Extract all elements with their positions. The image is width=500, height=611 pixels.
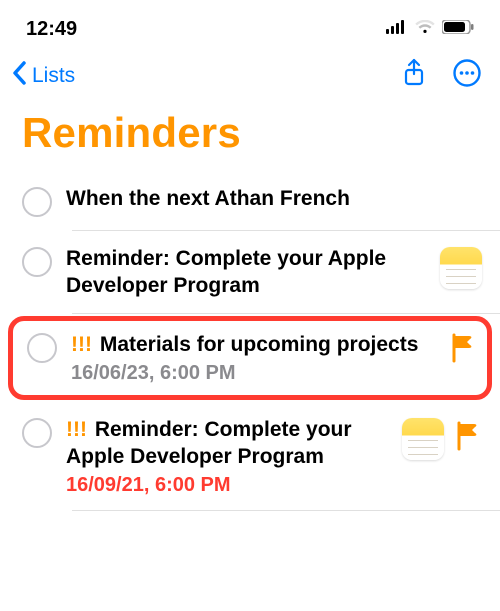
reminder-trailing	[451, 333, 477, 368]
complete-toggle[interactable]	[22, 418, 52, 448]
reminder-title-text: Reminder: Complete your Apple Developer …	[66, 247, 386, 297]
reminder-row[interactable]: When the next Athan French	[0, 171, 500, 231]
reminder-title: Reminder: Complete your Apple Developer …	[66, 245, 426, 300]
complete-toggle[interactable]	[27, 333, 57, 363]
share-button[interactable]	[402, 58, 426, 93]
priority-indicator: !!!	[66, 418, 87, 441]
reminder-title-text: When the next Athan French	[66, 187, 350, 210]
reminder-row[interactable]: !!! Materials for upcoming projects 16/06…	[8, 316, 492, 400]
cellular-icon	[386, 20, 408, 39]
complete-toggle[interactable]	[22, 187, 52, 217]
status-bar: 12:49	[0, 0, 500, 48]
reminder-date: 16/09/21, 6:00 PM	[66, 474, 388, 497]
reminder-content: !!! Reminder: Complete your Apple Develo…	[66, 416, 388, 498]
reminder-trailing	[402, 418, 482, 460]
divider	[72, 510, 500, 511]
notes-icon	[440, 247, 482, 289]
flag-icon	[456, 421, 482, 456]
reminder-content: !!! Materials for upcoming projects 16/06…	[71, 331, 437, 385]
complete-toggle[interactable]	[22, 247, 52, 277]
reminder-title: !!! Reminder: Complete your Apple Develo…	[66, 416, 388, 471]
notes-icon	[402, 418, 444, 460]
priority-indicator: !!!	[71, 333, 92, 356]
reminder-date: 16/06/23, 6:00 PM	[71, 362, 437, 385]
back-button[interactable]: Lists	[8, 59, 75, 93]
status-icons	[386, 20, 474, 39]
reminder-title-text: Materials for upcoming projects	[100, 333, 419, 356]
more-button[interactable]	[452, 58, 482, 93]
reminder-row[interactable]: Reminder: Complete your Apple Developer …	[0, 231, 500, 314]
reminders-list: When the next Athan French Reminder: Comp…	[0, 171, 500, 511]
reminder-title: When the next Athan French	[66, 185, 482, 212]
reminder-trailing	[440, 247, 482, 289]
reminder-content: Reminder: Complete your Apple Developer …	[66, 245, 426, 300]
reminder-title: !!! Materials for upcoming projects	[71, 331, 437, 358]
back-label: Lists	[32, 64, 75, 88]
nav-bar: Lists	[0, 48, 500, 101]
reminder-row[interactable]: !!! Reminder: Complete your Apple Develo…	[0, 402, 500, 512]
reminder-title-text: Reminder: Complete your Apple Developer …	[66, 418, 352, 468]
page-title: Reminders	[0, 101, 500, 171]
flag-icon	[451, 333, 477, 368]
wifi-icon	[415, 20, 435, 39]
reminder-content: When the next Athan French	[66, 185, 482, 212]
chevron-left-icon	[8, 59, 32, 93]
battery-icon	[442, 20, 474, 39]
divider	[72, 313, 500, 314]
status-time: 12:49	[26, 18, 77, 41]
